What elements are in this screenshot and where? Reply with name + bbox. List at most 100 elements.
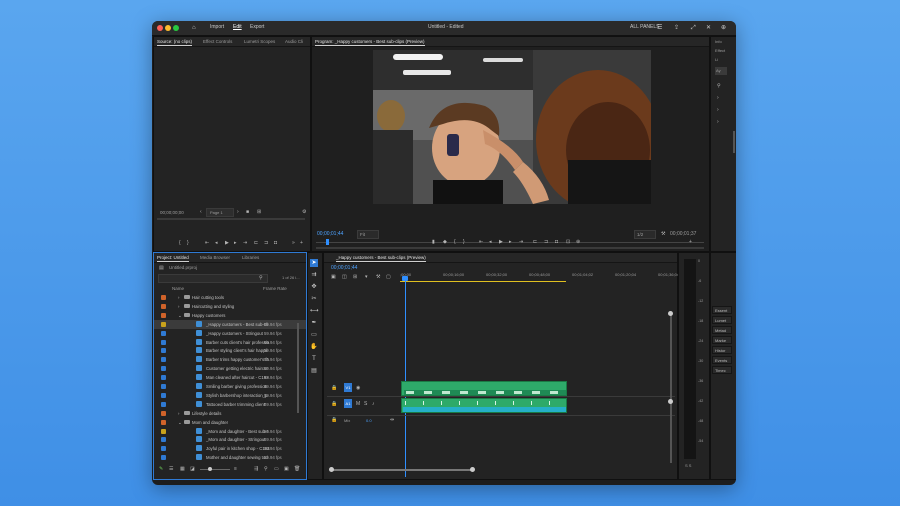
lift-icon[interactable]: ⊏ [533,239,537,245]
prev-page-icon[interactable]: ‹ [200,209,202,215]
label-color-swatch[interactable] [161,375,166,381]
program-video-frame[interactable] [373,50,651,204]
lock-icon[interactable]: 🔒 [331,417,337,423]
mix-arrows-icon[interactable]: ⇹ [390,417,394,423]
panel-events[interactable]: Events [712,356,732,364]
tab-effects[interactable]: Effect [715,48,725,53]
label-color-swatch[interactable] [161,312,166,318]
pen-tool-icon[interactable]: ✒ [310,319,318,327]
disclosure-chevron-icon[interactable]: ⌄ [178,420,182,426]
page-select[interactable]: Page 1 [206,208,234,217]
mark-out-icon[interactable]: } [187,240,189,246]
lock-icon[interactable]: 🔒 [331,385,337,391]
label-color-swatch[interactable] [161,339,166,345]
lock-icon[interactable]: 🔒 [331,401,337,407]
settings-icon[interactable]: ⚙ [302,209,306,215]
nest-icon[interactable]: ▣ [331,274,336,280]
step-back-icon[interactable]: ◂ [489,239,492,245]
play-icon[interactable]: ▶ [499,239,503,245]
zoom-slider-handle[interactable] [208,467,212,471]
label-color-swatch[interactable] [161,348,166,354]
search-field[interactable]: Ay [715,67,727,75]
panel-timecode[interactable]: Timec [712,366,732,374]
playhead-handle[interactable] [402,276,408,281]
label-color-swatch[interactable] [161,446,166,452]
zoom-icon[interactable]: ⊞ [257,209,261,215]
timeline-vscroll[interactable] [670,313,672,463]
vscroll-handle[interactable] [668,311,673,316]
nav-edit[interactable]: Edit [233,24,242,30]
label-color-swatch[interactable] [161,303,166,309]
project-clip-row[interactable]: _Happy customers - Best sub-cli 59.94 fps [154,319,306,329]
insert-icon[interactable]: ⊏ [254,240,258,246]
go-out-icon[interactable]: ⇥ [519,239,523,245]
close-window-button[interactable] [157,25,163,31]
delete-icon[interactable]: 🗑 [294,466,300,472]
slip-tool-icon[interactable]: ⟷ [310,307,319,315]
label-color-swatch[interactable] [161,455,166,461]
rectangle-tool-icon[interactable]: ▭ [310,331,318,339]
mark-out2-icon[interactable]: } [463,239,465,245]
hscroll-handle[interactable] [470,467,475,472]
column-frame-rate[interactable]: Frame Rate [263,286,287,291]
mix-value[interactable]: 0.0 [366,418,372,423]
project-bin-row[interactable]: › Lifestyle details [154,409,306,418]
settings-icon[interactable]: ✕ [706,24,711,32]
project-clip-row[interactable]: _Happy customers - Stringout 59.94 fps [154,329,306,338]
timeline-timecode[interactable]: 00;00;01;44 [331,265,357,271]
project-clip-row[interactable]: _Mom and daughter - Stringout 59.94 fps [154,435,306,444]
home-icon[interactable]: ⌂ [192,24,196,32]
project-clip-row[interactable]: Tattooed barber trimming client' 59.94 fp… [154,400,306,409]
step-forward-icon[interactable]: ▸ [509,239,512,245]
source-scrubber[interactable] [157,218,305,220]
video-clip-strip[interactable] [401,381,567,396]
panel-history[interactable]: Histor [712,346,732,354]
tab-source[interactable]: Source: (no clips) [157,39,193,46]
add-button-icon[interactable]: + [689,239,692,245]
zoom-slider[interactable] [200,469,230,470]
mic-icon[interactable]: ♪ [372,401,375,407]
label-color-swatch[interactable] [161,330,166,336]
add-marker-icon[interactable]: ▾ [365,274,368,280]
track-v1[interactable]: V1 [344,383,352,392]
tab-libraries[interactable]: Li [715,57,718,62]
vscroll-handle[interactable] [668,399,673,404]
step-back-icon[interactable]: ◂ [215,240,218,246]
disclosure-chevron-icon[interactable]: ⌄ [178,313,182,319]
panel-metadata[interactable]: Metad [712,326,732,334]
project-clip-row[interactable]: _Mom and daughter - Best sub-s 59.94 fps [154,427,306,436]
find-icon[interactable]: ⚲ [264,466,268,472]
captions-icon[interactable]: ▢ [386,274,391,280]
tab-info[interactable]: Info [715,39,722,44]
tab-lumetri-scopes[interactable]: Lumetri Scopes [244,39,275,44]
workspace-menu[interactable]: ALL PANELS [630,24,659,30]
vr-icon[interactable]: ⊕ [576,239,580,245]
label-color-swatch[interactable] [161,392,166,398]
panel-essential-graphics[interactable]: Essent [712,306,732,314]
fullscreen-icon[interactable]: ⤢ [691,24,696,32]
type-tool-icon[interactable]: T [310,355,318,363]
disclosure-chevron-icon[interactable]: › [178,411,179,416]
camera-icon[interactable]: ◘ [274,240,277,246]
label-color-swatch[interactable] [161,437,166,443]
label-color-swatch[interactable] [161,428,166,434]
play-icon[interactable]: ▶ [225,240,229,246]
project-bin-row[interactable]: › Hair cutting tools [154,293,306,302]
project-clip-row[interactable]: Barber trims happy customer's fa 59.94 fp… [154,355,306,364]
panel-lumetri[interactable]: Lumet [712,316,732,324]
next-page-icon[interactable]: › [237,209,239,215]
label-color-swatch[interactable] [161,295,166,300]
disclosure-chevron-icon[interactable]: › [178,304,179,309]
ripple-edit-tool-icon[interactable]: ✥ [310,283,318,291]
camera-icon[interactable]: ◘ [555,239,558,245]
expand-icon[interactable]: › [717,95,719,101]
label-color-swatch[interactable] [161,321,166,327]
automate-icon[interactable]: ⇶ [254,466,258,472]
tab-program[interactable]: Program: _Happy customers - Best sub-cli… [315,39,425,46]
overwrite-icon[interactable]: ⊐ [264,240,268,246]
project-clip-row[interactable]: Joyful pair in kitchen shop - C193 59.94 … [154,444,306,453]
icon-view-icon[interactable]: ▦ [180,466,185,472]
hand-tool-icon[interactable]: ✋ [310,343,318,351]
new-item-icon[interactable]: ▣ [284,466,289,472]
nav-import[interactable]: Import [210,24,224,30]
